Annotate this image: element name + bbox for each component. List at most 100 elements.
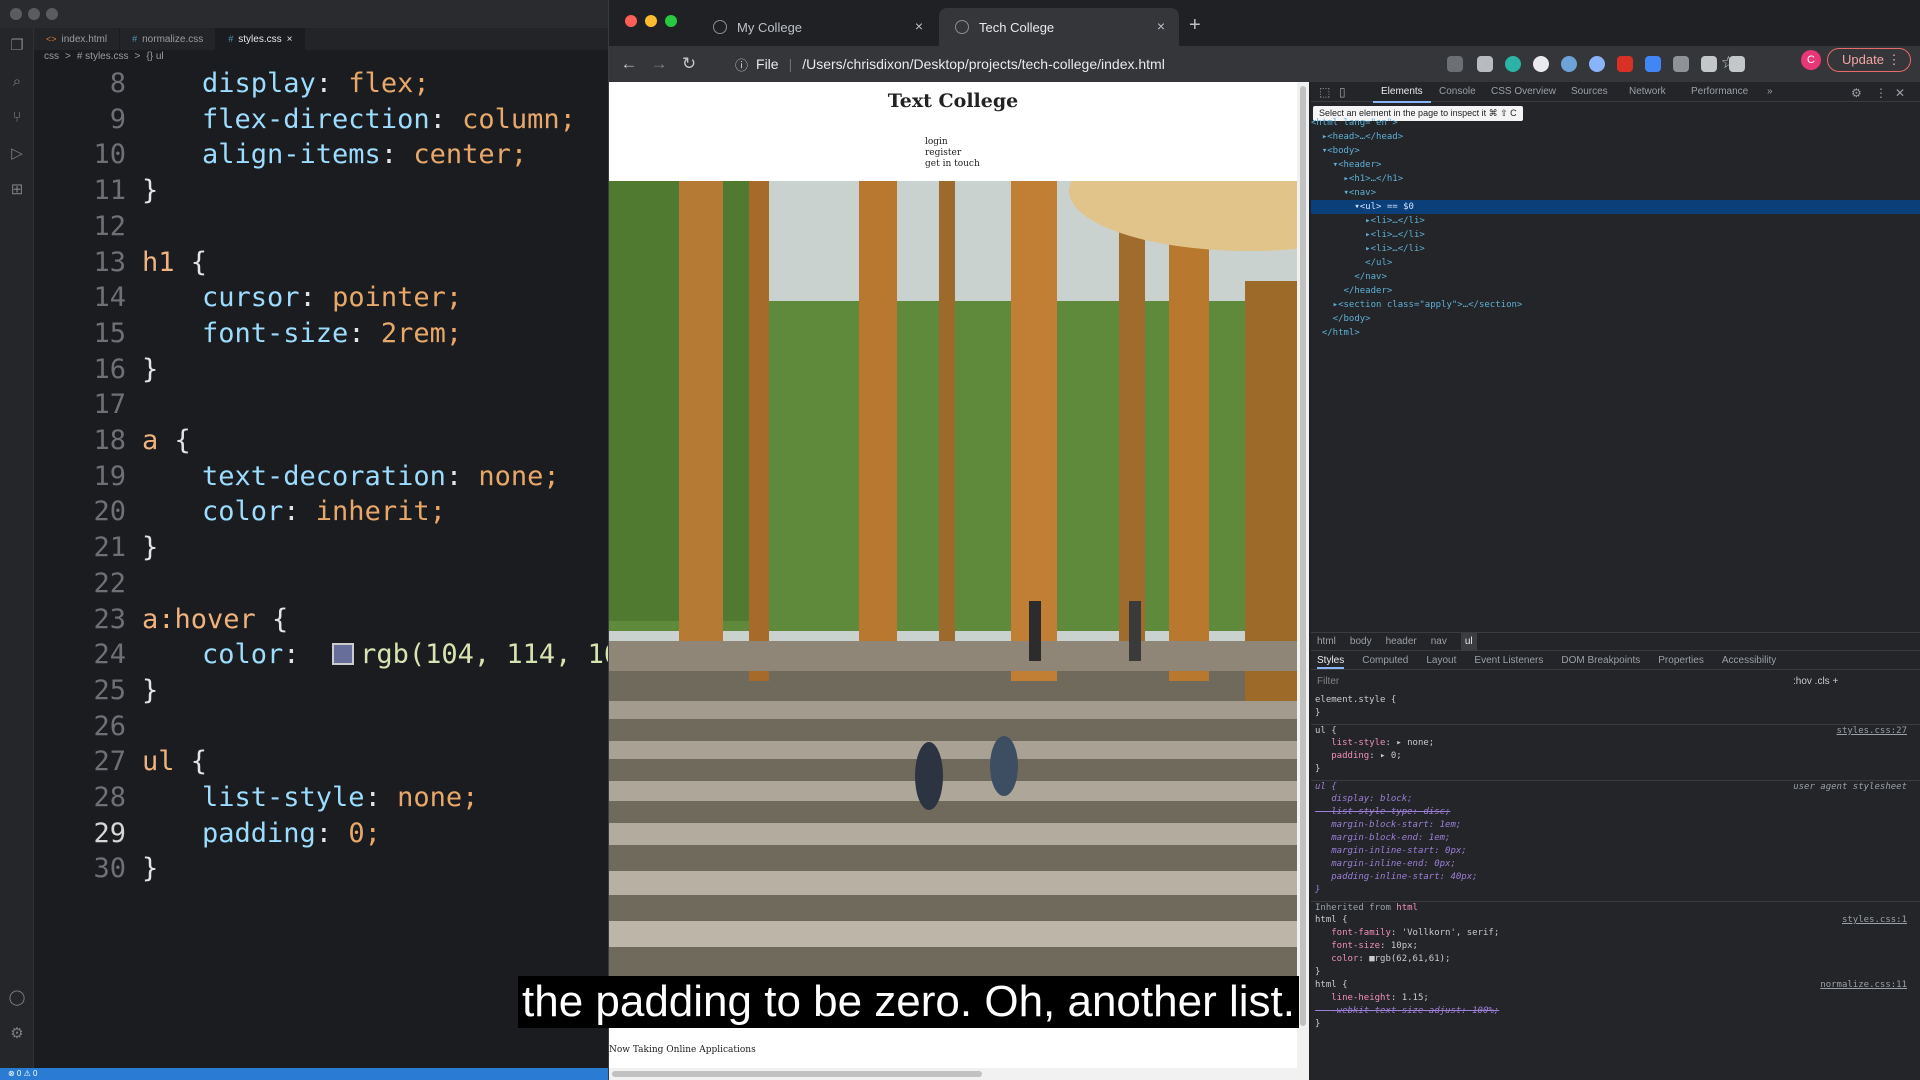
tab-css-overview[interactable]: CSS Overview xyxy=(1491,86,1556,97)
css-declaration[interactable]: font-family: 'Vollkorn', serif; xyxy=(1311,927,1920,940)
gear-icon[interactable]: ⚙ xyxy=(1851,86,1862,100)
account-icon[interactable]: ◯ xyxy=(7,988,27,1008)
tab-elements[interactable]: Elements xyxy=(1373,86,1431,103)
address-bar[interactable]: ⓘ File | /Users/chrisdixon/Desktop/proje… xyxy=(721,50,1736,78)
minimize-window-button[interactable] xyxy=(28,8,40,20)
dom-node[interactable]: </ul> xyxy=(1311,256,1920,270)
close-tab-icon[interactable]: × xyxy=(1157,18,1165,34)
kebab-menu-icon[interactable]: ⋮ xyxy=(1875,86,1887,100)
dom-node[interactable]: ▾<ul> == $0 xyxy=(1311,200,1920,214)
extensions-icon[interactable]: ⊞ xyxy=(7,180,27,200)
dom-node[interactable]: </header> xyxy=(1311,284,1920,298)
close-tab-icon[interactable]: × xyxy=(915,18,923,34)
update-button[interactable]: Update ⋮ xyxy=(1827,48,1911,72)
crumb-ul[interactable]: ul xyxy=(1460,633,1477,650)
tab-normalize-css[interactable]: # normalize.css xyxy=(120,28,217,50)
close-tab-icon[interactable]: × xyxy=(287,34,293,45)
dom-node[interactable]: <html lang="en"> xyxy=(1311,116,1920,130)
tab-network[interactable]: Network xyxy=(1629,86,1666,97)
search-icon[interactable]: ⌕ xyxy=(7,72,27,92)
crumb-html[interactable]: html xyxy=(1317,633,1336,650)
close-icon[interactable]: ✕ xyxy=(1895,86,1905,100)
subtab-layout[interactable]: Layout xyxy=(1426,651,1456,669)
color-swatch[interactable] xyxy=(332,643,355,666)
run-debug-icon[interactable]: ▷ xyxy=(7,144,27,164)
rule-source-link[interactable]: styles.css:27 xyxy=(1837,725,1907,738)
pen-extension-icon[interactable] xyxy=(1447,56,1463,72)
forward-arrow-icon[interactable]: → xyxy=(649,54,669,74)
device-toolbar-icon[interactable]: ▯ xyxy=(1339,85,1346,99)
dom-node[interactable]: ▸<head>…</head> xyxy=(1311,130,1920,144)
rule-source-link[interactable]: styles.css:1 xyxy=(1842,914,1907,927)
nav-link-register[interactable]: register xyxy=(925,148,980,159)
nav-link-get-in-touch[interactable]: get in touch xyxy=(925,159,980,170)
crumb-body[interactable]: body xyxy=(1350,633,1372,650)
dom-node[interactable]: ▾<header> xyxy=(1311,158,1920,172)
css-declaration[interactable]: list-style: ▸ none; xyxy=(1311,737,1920,750)
html-rule-selector[interactable]: html {styles.css:1 xyxy=(1311,914,1920,927)
a11y-extension-icon[interactable] xyxy=(1589,56,1605,72)
styles-filter-input[interactable]: Filter xyxy=(1317,676,1339,687)
dom-node[interactable]: ▸<li>…</li> xyxy=(1311,242,1920,256)
info-icon[interactable]: ⓘ xyxy=(735,55,748,74)
element-style-rule[interactable]: element.style { xyxy=(1311,694,1920,707)
source-control-icon[interactable]: ⑂ xyxy=(7,108,27,128)
tab-index-html[interactable]: <> index.html xyxy=(34,28,121,50)
code-editor[interactable]: 8 display: flex; 9 flex-direction: column; 1… xyxy=(34,62,610,1068)
tab-styles-css[interactable]: # styles.css × xyxy=(216,28,306,50)
zoom-window-button[interactable] xyxy=(665,15,677,27)
close-window-button[interactable] xyxy=(625,15,637,27)
reload-icon[interactable]: ↻ xyxy=(679,54,699,74)
site-title[interactable]: Text College xyxy=(609,90,1297,112)
more-tabs-icon[interactable]: » xyxy=(1767,86,1773,97)
subtab-properties[interactable]: Properties xyxy=(1658,651,1704,669)
html-normalize-rule[interactable]: html {normalize.css:11 xyxy=(1311,979,1920,992)
graph-extension-icon[interactable] xyxy=(1617,56,1633,72)
css-declaration[interactable]: font-size: 10px; xyxy=(1311,940,1920,953)
reading-list-icon[interactable] xyxy=(1729,56,1745,72)
css-declaration[interactable]: padding: ▸ 0; xyxy=(1311,750,1920,763)
horizontal-scrollbar[interactable] xyxy=(609,1068,1297,1080)
status-bar[interactable]: ⊗ 0 ⚠ 0 xyxy=(0,1068,610,1080)
g-extension-icon[interactable] xyxy=(1533,56,1549,72)
dom-tree[interactable]: <html lang="en"> ▸<head>…</head> ▾<body>… xyxy=(1311,116,1920,340)
browser-tab-my-college[interactable]: My College × xyxy=(697,8,937,46)
minimize-window-button[interactable] xyxy=(645,15,657,27)
subtab-dom-breakpoints[interactable]: DOM Breakpoints xyxy=(1561,651,1640,669)
rule-source-link[interactable]: normalize.css:11 xyxy=(1820,979,1907,992)
dom-node[interactable]: ▾<body> xyxy=(1311,144,1920,158)
css-declaration[interactable]: line-height: 1.15; xyxy=(1311,992,1920,1005)
css-declaration[interactable]: color: ■rgb(62,61,61); xyxy=(1311,953,1920,966)
browser-tab-tech-college[interactable]: Tech College × xyxy=(939,8,1179,46)
dom-node[interactable]: ▸<h1>…</h1> xyxy=(1311,172,1920,186)
subtab-computed[interactable]: Computed xyxy=(1362,651,1408,669)
tab-console[interactable]: Console xyxy=(1439,86,1476,97)
react-extension-icon[interactable] xyxy=(1561,56,1577,72)
crumb-header[interactable]: header xyxy=(1386,633,1417,650)
dom-node[interactable]: ▸<section class="apply">…</section> xyxy=(1311,298,1920,312)
doc-extension-icon[interactable] xyxy=(1673,56,1689,72)
vertical-scrollbar[interactable] xyxy=(1297,82,1309,1080)
window-extension-icon[interactable] xyxy=(1645,56,1661,72)
profile-avatar[interactable]: C xyxy=(1801,50,1821,70)
subtab-styles[interactable]: Styles xyxy=(1317,651,1345,669)
m-extension-icon[interactable] xyxy=(1505,56,1521,72)
vue-extension-icon[interactable] xyxy=(1477,56,1493,72)
inherited-tag[interactable]: html xyxy=(1396,903,1418,913)
scrollbar-thumb[interactable] xyxy=(1300,86,1306,1026)
tab-performance[interactable]: Performance xyxy=(1691,86,1748,97)
gear-icon[interactable]: ⚙ xyxy=(7,1024,27,1044)
crumb-nav[interactable]: nav xyxy=(1431,633,1447,650)
close-window-button[interactable] xyxy=(10,8,22,20)
scrollbar-thumb[interactable] xyxy=(612,1071,982,1077)
ul-rule-selector[interactable]: ul {styles.css:27 xyxy=(1311,724,1920,737)
dom-node[interactable]: </body> xyxy=(1311,312,1920,326)
hov-cls-controls[interactable]: :hov .cls + xyxy=(1793,676,1838,687)
code-line[interactable]: 30} xyxy=(34,847,610,891)
puzzle-icon[interactable] xyxy=(1701,56,1717,72)
explorer-icon[interactable]: ❐ xyxy=(7,36,27,56)
new-tab-button[interactable]: + xyxy=(1189,14,1201,37)
dom-node[interactable]: ▸<li>…</li> xyxy=(1311,228,1920,242)
dom-node[interactable]: </nav> xyxy=(1311,270,1920,284)
dom-node[interactable]: ▾<nav> xyxy=(1311,186,1920,200)
